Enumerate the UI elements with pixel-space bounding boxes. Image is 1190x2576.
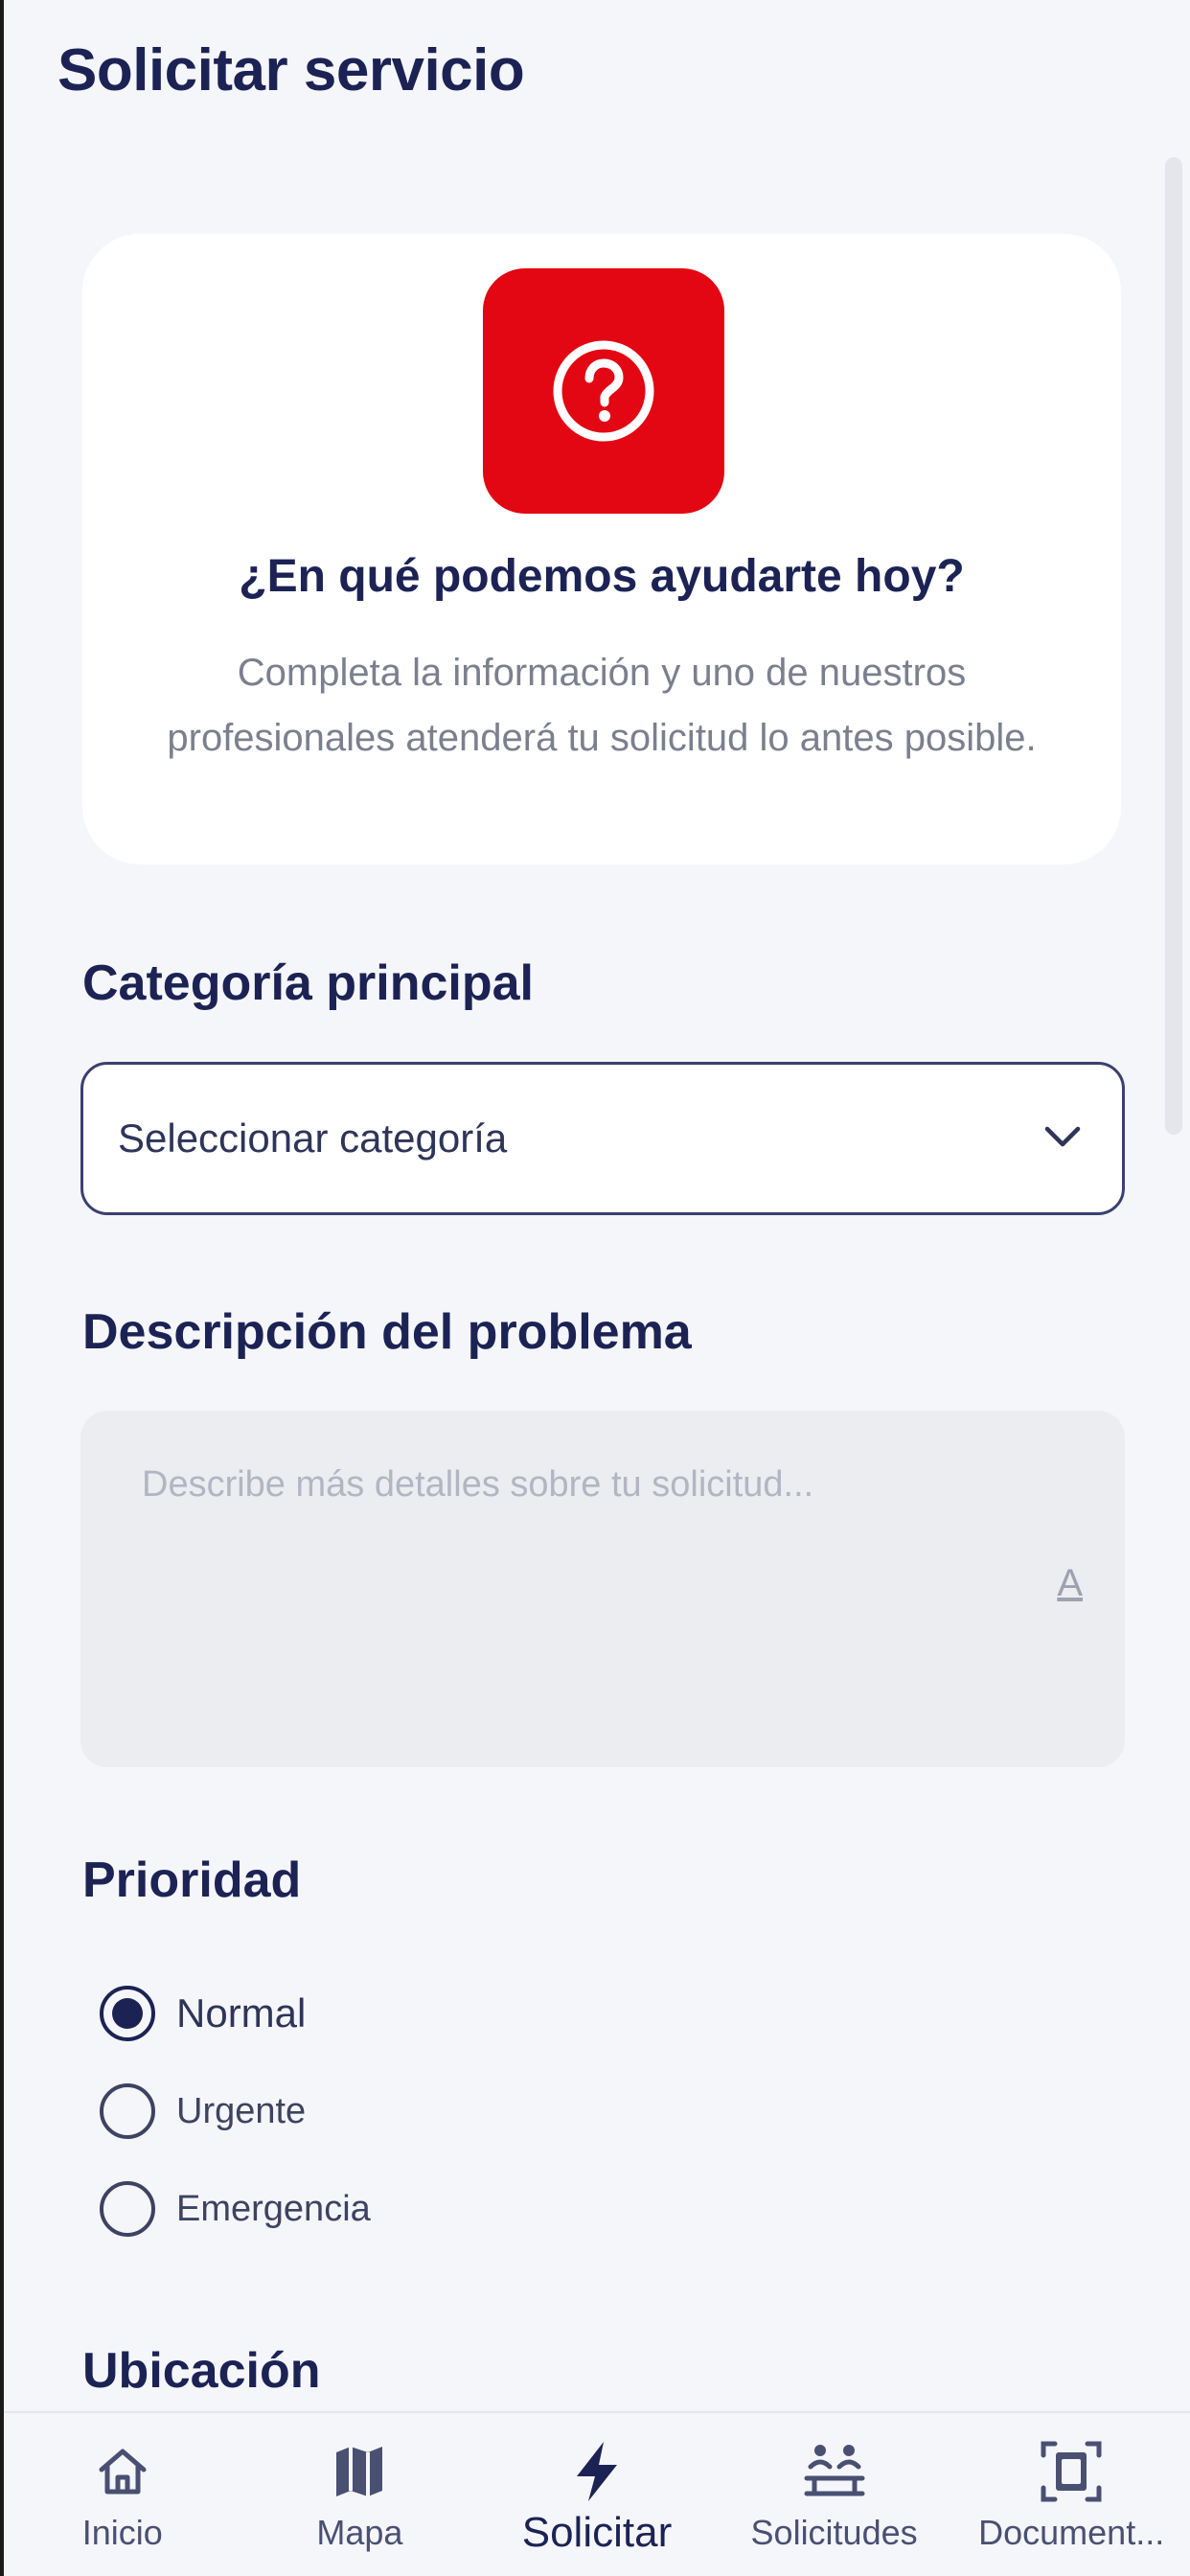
- radio-checked-icon[interactable]: [100, 1986, 155, 2041]
- hero-description: Completa la información y uno de nuestro…: [167, 652, 1037, 759]
- nav-item-inicio[interactable]: Inicio: [4, 2413, 241, 2576]
- app-screen: Solicitar servicio ¿En qué podemos ayuda…: [0, 0, 1190, 2576]
- nav-label: Solicitudes: [750, 2513, 918, 2552]
- priority-option-normal[interactable]: Normal: [100, 1980, 306, 2047]
- nav-item-solicitar[interactable]: Solicitar: [478, 2413, 716, 2576]
- radio-unchecked-icon[interactable]: [100, 2181, 155, 2237]
- priority-label: Prioridad: [82, 1852, 302, 1908]
- description-label: Descripción del problema: [82, 1304, 692, 1360]
- category-select-value: Seleccionar categoría: [118, 1116, 508, 1161]
- people-queue-icon: [801, 2438, 868, 2505]
- nav-label: Inicio: [81, 2513, 163, 2552]
- priority-option-label: Normal: [176, 1990, 307, 2036]
- lightning-icon: [569, 2438, 625, 2505]
- nav-label: Mapa: [316, 2513, 403, 2552]
- question-circle-icon: [483, 268, 724, 514]
- hero-heading: ¿En qué podemos ayudarte hoy?: [239, 551, 965, 602]
- scrollbar[interactable]: [1165, 157, 1182, 1135]
- description-textarea[interactable]: Describe más detalles sobre tu solicitud…: [80, 1411, 1125, 1767]
- document-scan-icon: [1040, 2438, 1103, 2505]
- nav-item-mapa[interactable]: Mapa: [241, 2413, 479, 2576]
- priority-option-urgente[interactable]: Urgente: [100, 2078, 306, 2145]
- chevron-down-icon: [1043, 1123, 1082, 1155]
- category-select[interactable]: Seleccionar categoría: [80, 1062, 1125, 1215]
- location-label: Ubicación: [82, 2343, 321, 2399]
- priority-option-emergencia[interactable]: Emergencia: [100, 2175, 371, 2242]
- home-icon: [94, 2438, 151, 2505]
- hero-card: ¿En qué podemos ayudarte hoy? Completa l…: [82, 234, 1121, 864]
- map-icon: [331, 2438, 388, 2505]
- bottom-nav: Inicio Mapa Solicitar Solicitudes Docume…: [4, 2411, 1190, 2576]
- priority-option-label: Urgente: [176, 2090, 307, 2131]
- description-placeholder: Describe más detalles sobre tu solicitud…: [142, 1464, 814, 1505]
- radio-unchecked-icon[interactable]: [100, 2083, 155, 2139]
- nav-label: Solicitar: [521, 2509, 673, 2556]
- page-title: Solicitar servicio: [57, 37, 525, 104]
- nav-item-documentos[interactable]: Document...: [952, 2413, 1190, 2576]
- category-label: Categoría principal: [82, 955, 534, 1011]
- nav-label: Document...: [978, 2513, 1165, 2552]
- nav-item-solicitudes[interactable]: Solicitudes: [716, 2413, 953, 2576]
- text-format-icon[interactable]: A: [1057, 1562, 1083, 1605]
- priority-option-label: Emergencia: [176, 2188, 371, 2229]
